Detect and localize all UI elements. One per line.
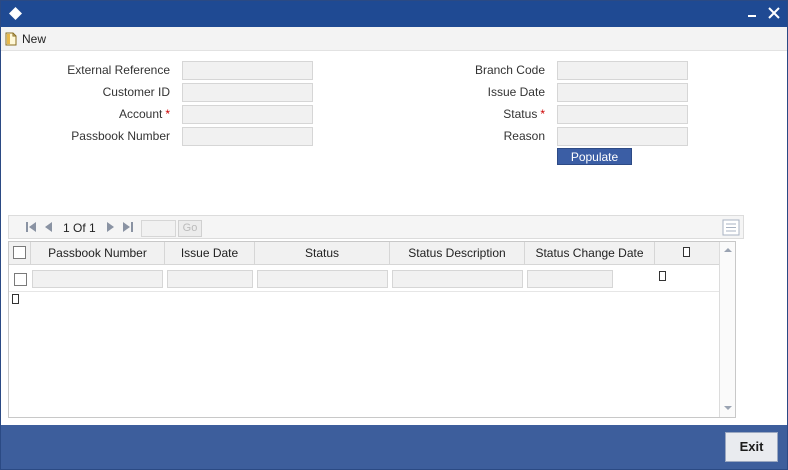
required-marker: * — [540, 107, 545, 121]
new-button[interactable]: New — [5, 29, 52, 49]
footer-bar: Exit — [1, 425, 787, 469]
column-header[interactable]: Status Change Date — [525, 242, 655, 264]
diamond-icon — [9, 7, 22, 20]
new-label: New — [22, 32, 47, 46]
column-header[interactable]: Issue Date — [165, 242, 255, 264]
scroll-up-icon[interactable] — [721, 243, 735, 257]
required-marker: * — [165, 107, 170, 121]
row-divider — [9, 291, 719, 292]
go-button[interactable]: Go — [178, 220, 202, 237]
last-page-icon[interactable] — [122, 221, 134, 233]
external-reference-label: External Reference — [67, 63, 170, 77]
branch-code-field[interactable] — [557, 61, 688, 80]
status-change-date-cell[interactable] — [527, 270, 613, 288]
header-select-cell — [9, 242, 31, 264]
query-form: External Reference Customer ID Account * … — [1, 51, 787, 211]
select-all-checkbox[interactable] — [13, 246, 26, 259]
account-label: Account * — [118, 107, 170, 121]
pagination-bar: 1 Of 1 Go — [8, 215, 744, 239]
customer-id-field[interactable] — [182, 83, 313, 102]
issue-date-cell[interactable] — [167, 270, 253, 288]
status-field[interactable] — [557, 105, 688, 124]
placeholder-glyph-icon — [12, 294, 19, 304]
row-checkbox[interactable] — [14, 273, 27, 286]
next-page-icon[interactable] — [104, 221, 116, 233]
status-description-cell[interactable] — [392, 270, 523, 288]
first-page-icon[interactable] — [25, 221, 37, 233]
previous-page-icon[interactable] — [43, 221, 55, 233]
page-indicator: 1 Of 1 — [63, 221, 96, 235]
populate-button[interactable]: Populate — [557, 148, 632, 165]
reason-field[interactable] — [557, 127, 688, 146]
document-icon — [5, 32, 17, 46]
passbook-number-cell[interactable] — [32, 270, 163, 288]
title-bar — [1, 1, 787, 27]
header-extra-cell — [655, 242, 719, 264]
customer-id-label: Customer ID — [102, 85, 170, 99]
column-header[interactable]: Status Description — [390, 242, 525, 264]
grid-body: Passbook Number Issue Date Status Status… — [8, 241, 736, 418]
passbook-number-field[interactable] — [182, 127, 313, 146]
scroll-down-icon[interactable] — [721, 401, 735, 415]
reason-label: Reason — [503, 129, 545, 143]
window: New External Reference Customer ID Accou… — [0, 0, 788, 470]
placeholder-glyph-icon — [659, 271, 666, 281]
vertical-scrollbar[interactable] — [719, 242, 735, 417]
status-cell[interactable] — [257, 270, 388, 288]
toolbar: New — [1, 27, 787, 51]
results-grid: 1 Of 1 Go Passbook Number Issue Date Sta… — [8, 215, 744, 418]
grid-menu-icon[interactable] — [722, 219, 740, 236]
close-icon[interactable] — [767, 6, 781, 20]
column-header[interactable]: Status — [255, 242, 390, 264]
grid-header: Passbook Number Issue Date Status Status… — [9, 242, 719, 265]
column-header[interactable]: Passbook Number — [31, 242, 165, 264]
external-reference-field[interactable] — [182, 61, 313, 80]
branch-code-label: Branch Code — [474, 63, 545, 77]
page-number-input[interactable] — [141, 220, 176, 237]
placeholder-glyph-icon — [683, 247, 690, 257]
account-field[interactable] — [182, 105, 313, 124]
status-label: Status * — [503, 107, 545, 121]
exit-button[interactable]: Exit — [725, 432, 778, 462]
issue-date-label: Issue Date — [487, 85, 545, 99]
minimize-icon[interactable] — [745, 6, 759, 20]
passbook-number-label: Passbook Number — [71, 129, 170, 143]
issue-date-field[interactable] — [557, 83, 688, 102]
